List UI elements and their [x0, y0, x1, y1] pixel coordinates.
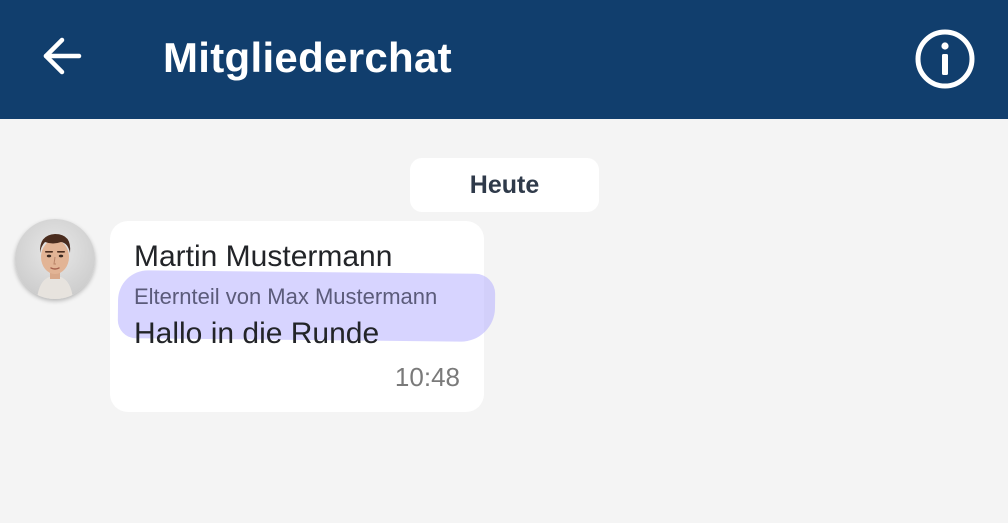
back-button[interactable]: [30, 24, 94, 88]
message-text: Hallo in die Runde: [134, 317, 380, 350]
page-title: Mitgliederchat: [163, 34, 452, 81]
avatar[interactable]: [15, 219, 95, 299]
arrow-left-icon: [43, 37, 82, 75]
sender-name: Martin Mustermann: [134, 240, 393, 273]
sender-role: Elternteil von Max Mustermann: [134, 284, 438, 309]
app-bar: Mitgliederchat: [0, 0, 1008, 119]
info-circle-icon: [915, 29, 975, 89]
info-button[interactable]: [910, 24, 980, 94]
message-timestamp: 10:48: [394, 362, 460, 392]
user-avatar-icon: [37, 234, 73, 299]
date-separator: Heute: [410, 158, 599, 212]
date-label: Heute: [469, 170, 540, 199]
